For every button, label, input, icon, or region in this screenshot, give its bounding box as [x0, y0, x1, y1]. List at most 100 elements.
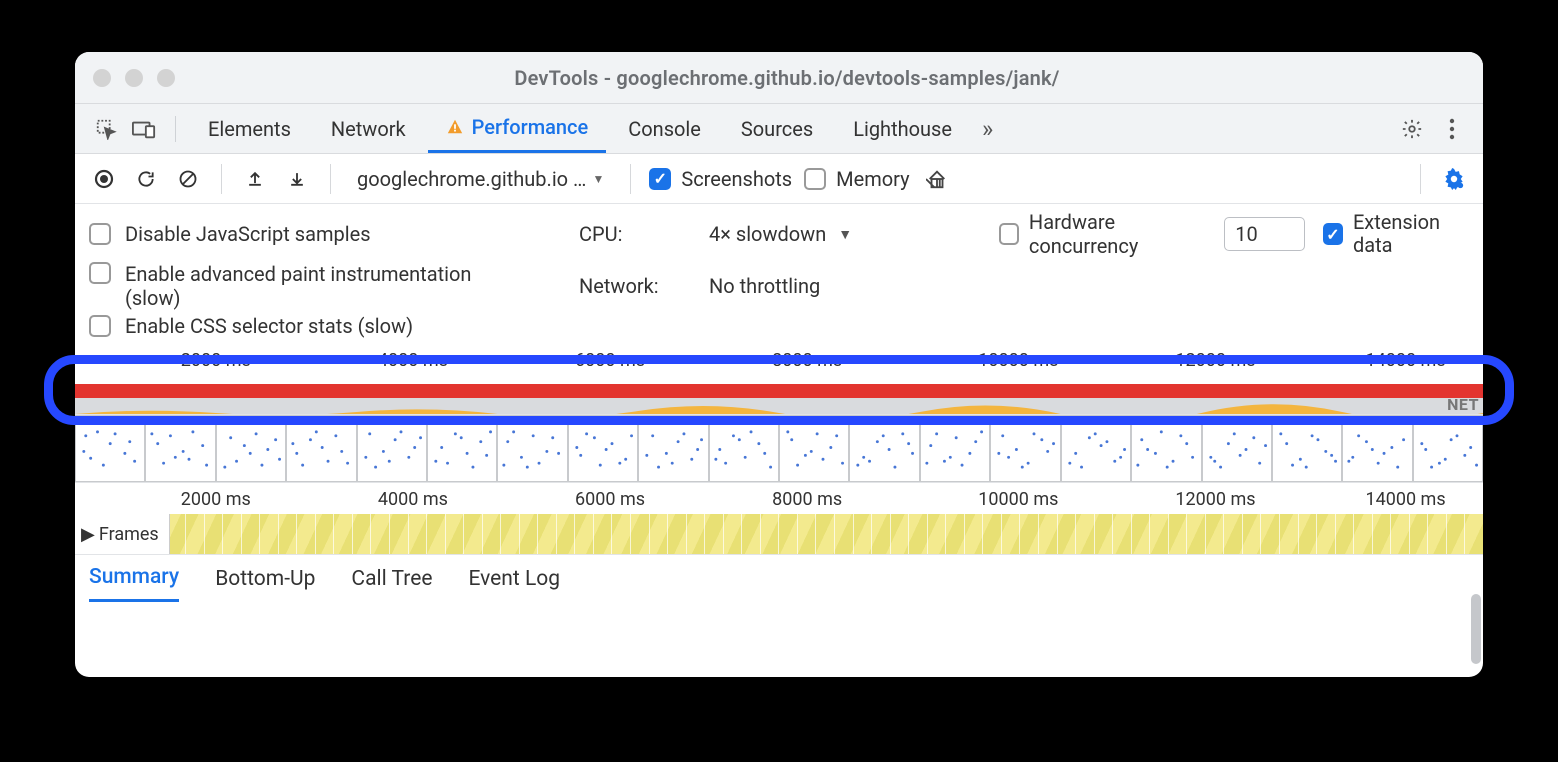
tab-label: Elements: [208, 117, 291, 141]
cpu-throttle-select[interactable]: 4× slowdown ▼: [709, 222, 999, 246]
tab-label: Summary: [89, 565, 179, 589]
tab-bottom-up[interactable]: Bottom-Up: [215, 556, 315, 602]
checkbox-label: Memory: [836, 167, 909, 191]
capture-settings-panel: Disable JavaScript samples CPU: 4× slowd…: [75, 204, 1483, 344]
tab-label: Performance: [472, 115, 589, 139]
clear-button[interactable]: [173, 164, 203, 194]
screenshot-thumb[interactable]: [427, 415, 497, 482]
tab-sources[interactable]: Sources: [723, 105, 831, 153]
tab-lighthouse[interactable]: Lighthouse: [835, 105, 970, 153]
checkbox-icon: [804, 168, 826, 190]
enable-paint-checkbox[interactable]: Enable advanced paint instrumentation (s…: [89, 262, 579, 310]
network-label: Network:: [579, 274, 709, 298]
screenshot-thumb[interactable]: [286, 415, 356, 482]
cpu-label: CPU:: [579, 222, 709, 246]
tab-label: Network: [331, 117, 406, 141]
zoom-dot[interactable]: [157, 69, 175, 87]
screenshot-thumb[interactable]: [849, 415, 919, 482]
tab-event-log[interactable]: Event Log: [468, 556, 560, 602]
window-controls: [93, 69, 175, 87]
tab-performance[interactable]: Performance: [428, 105, 607, 153]
more-menu-icon[interactable]: [1435, 112, 1469, 146]
tab-summary[interactable]: Summary: [89, 556, 179, 602]
dropdown-triangle-icon: ▼: [592, 172, 604, 186]
screenshot-thumb[interactable]: [357, 415, 427, 482]
input-value: 10: [1235, 222, 1257, 246]
select-value: No throttling: [709, 274, 820, 298]
screenshot-thumb[interactable]: [779, 415, 849, 482]
record-button[interactable]: [89, 164, 119, 194]
screenshot-thumb[interactable]: [568, 415, 638, 482]
target-url-dropdown[interactable]: googlechrome.github.io … ▼: [349, 162, 612, 196]
tab-elements[interactable]: Elements: [190, 105, 309, 153]
screenshots-checkbox[interactable]: ✓ Screenshots: [649, 167, 792, 191]
minimize-dot[interactable]: [125, 69, 143, 87]
checkbox-label: Extension data: [1353, 211, 1469, 257]
overview-ruler: 2000 ms 4000 ms 6000 ms 8000 ms 10000 ms…: [75, 344, 1483, 374]
ruler-tick: 4000 ms: [378, 489, 448, 510]
tab-label: Lighthouse: [853, 117, 952, 141]
ruler-tick: 12000 ms: [1175, 350, 1255, 371]
disable-js-checkbox[interactable]: Disable JavaScript samples: [89, 222, 579, 246]
hw-concurrency-input[interactable]: 10: [1224, 217, 1305, 251]
checkbox-label: Screenshots: [681, 167, 792, 191]
overview-timeline[interactable]: 2000 ms 4000 ms 6000 ms 8000 ms 10000 ms…: [75, 344, 1483, 414]
performance-toolbar: googlechrome.github.io … ▼ ✓ Screenshots…: [75, 154, 1483, 204]
settings-icon[interactable]: [1395, 112, 1429, 146]
reload-button[interactable]: [131, 164, 161, 194]
device-toolbar-icon[interactable]: [127, 112, 161, 146]
close-dot[interactable]: [93, 69, 111, 87]
upload-button[interactable]: [240, 164, 270, 194]
track-label: Frames: [99, 524, 159, 545]
memory-checkbox[interactable]: Memory: [804, 167, 909, 191]
screenshot-thumb[interactable]: [216, 415, 286, 482]
screenshot-filmstrip[interactable]: NET: [75, 414, 1483, 482]
screenshot-thumb[interactable]: [1413, 415, 1483, 482]
hw-concurrency-checkbox[interactable]: Hardware concurrency: [999, 210, 1206, 258]
overview-fps-band: [75, 384, 1483, 398]
collect-garbage-button[interactable]: [922, 164, 952, 194]
screenshot-thumb[interactable]: [990, 415, 1060, 482]
screenshot-thumb[interactable]: [75, 415, 145, 482]
window-title: DevTools - googlechrome.github.io/devtoo…: [175, 66, 1399, 90]
capture-settings-button[interactable]: [1439, 164, 1469, 194]
tab-call-tree[interactable]: Call Tree: [351, 556, 432, 602]
vertical-scrollbar[interactable]: [1471, 594, 1481, 664]
screenshot-thumb[interactable]: [638, 415, 708, 482]
inspect-icon[interactable]: [89, 112, 123, 146]
net-label: NET: [1447, 395, 1479, 414]
screenshot-thumb[interactable]: [1061, 415, 1131, 482]
screenshot-thumb[interactable]: [920, 415, 990, 482]
checkbox-label: Enable CSS selector stats (slow): [125, 314, 413, 338]
screenshot-thumb[interactable]: [1272, 415, 1342, 482]
ruler-tick: 4000 ms: [378, 350, 448, 371]
dropdown-triangle-icon: ▼: [838, 226, 852, 243]
screenshot-thumb[interactable]: [709, 415, 779, 482]
ruler-tick: 6000 ms: [575, 489, 645, 510]
frames-track-header[interactable]: ▶ Frames: [75, 514, 170, 554]
screenshot-thumb[interactable]: [497, 415, 567, 482]
tab-console[interactable]: Console: [610, 105, 719, 153]
download-button[interactable]: [282, 164, 312, 194]
extension-data-checkbox[interactable]: ✓ Extension data: [1323, 211, 1469, 257]
tab-label: Call Tree: [351, 567, 432, 591]
screenshot-thumb[interactable]: [1202, 415, 1272, 482]
ruler-tick: 8000 ms: [772, 350, 842, 371]
screenshot-thumb[interactable]: [1342, 415, 1412, 482]
screenshot-thumb[interactable]: [145, 415, 215, 482]
screenshot-thumb[interactable]: [1131, 415, 1201, 482]
ruler-tick: 2000 ms: [181, 350, 251, 371]
flame-chart-ruler[interactable]: 2000 ms 4000 ms 6000 ms 8000 ms 10000 ms…: [75, 482, 1483, 514]
enable-css-checkbox[interactable]: Enable CSS selector stats (slow): [89, 314, 579, 338]
ruler-tick: 14000 ms: [1365, 350, 1445, 371]
tab-label: Sources: [741, 117, 813, 141]
more-tabs-button[interactable]: »: [974, 115, 1001, 143]
details-tabbar: Summary Bottom-Up Call Tree Event Log: [75, 554, 1483, 602]
checkbox-icon: ✓: [649, 168, 671, 190]
tab-network[interactable]: Network: [313, 105, 424, 153]
ruler-tick: 8000 ms: [772, 489, 842, 510]
ruler-tick: 6000 ms: [575, 350, 645, 371]
ruler-tick: 10000 ms: [978, 350, 1058, 371]
frames-track[interactable]: ▶ Frames: [75, 514, 1483, 554]
network-throttle-select[interactable]: No throttling: [709, 274, 999, 298]
